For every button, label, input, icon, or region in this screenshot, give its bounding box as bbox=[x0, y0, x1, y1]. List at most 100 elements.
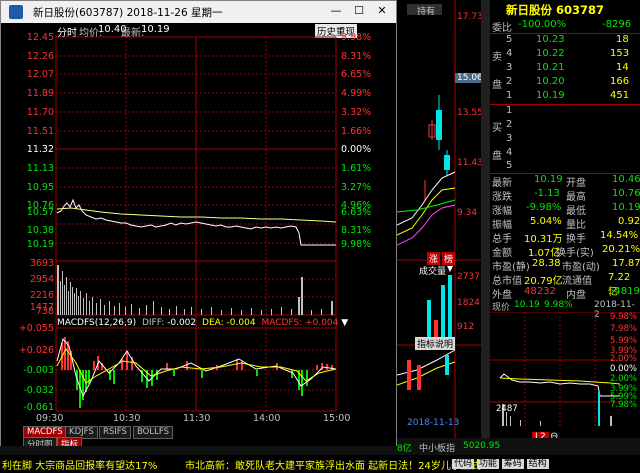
bg-right-tabs bbox=[481, 0, 490, 447]
tab-bollfs[interactable]: BOLLFS bbox=[133, 426, 173, 439]
volume-tab[interactable]: 成交量 bbox=[419, 264, 446, 277]
ask-row[interactable]: 5 10.23 18 bbox=[490, 34, 640, 48]
macd-dea-label: DEA: bbox=[202, 318, 224, 328]
stat-value: 5.04% bbox=[530, 216, 562, 227]
structure-tab[interactable]: 结构 bbox=[526, 459, 549, 469]
bid-row[interactable]: 3 bbox=[490, 133, 640, 147]
price-tick: 12.45 bbox=[26, 32, 54, 43]
ask-row[interactable]: 1 10.19 451 bbox=[490, 90, 640, 104]
mini-pct-tick: 2.00% bbox=[610, 354, 638, 364]
pct-tick: 3.32% bbox=[341, 107, 372, 118]
mini-pct: 9.98% bbox=[544, 300, 573, 310]
side-tab-top[interactable]: 持有 bbox=[417, 4, 435, 17]
price-tick: 10.57 bbox=[26, 207, 54, 218]
weibi-label: 委比 bbox=[492, 23, 512, 34]
mini-pct-tick: 7.98% bbox=[610, 400, 638, 410]
price-tick: 10.95 bbox=[26, 182, 54, 193]
bid-level: 4 bbox=[506, 147, 513, 158]
stat-value: -1.13 bbox=[534, 188, 560, 199]
stat-label: 最高 bbox=[566, 192, 586, 203]
chevron-down-icon[interactable]: ▼ bbox=[447, 264, 453, 273]
pct-tick: 6.63% bbox=[341, 207, 372, 218]
function-tab[interactable]: 功能 bbox=[476, 459, 499, 469]
mini-vol-label: 2487 bbox=[496, 404, 518, 414]
stat-label: 流通值 bbox=[562, 276, 592, 287]
index-bar: 8亿 中小板指 5020.95 bbox=[397, 438, 640, 454]
ask-volume: 166 bbox=[610, 76, 630, 87]
stat-value: 0.92 bbox=[618, 216, 640, 227]
bid-row[interactable]: 2 bbox=[490, 119, 640, 133]
bg-price-4: 11.43 bbox=[457, 158, 483, 168]
pct-tick: 1.66% bbox=[341, 126, 372, 137]
stat-value: 54819 bbox=[608, 286, 640, 297]
price-tick: 11.89 bbox=[26, 88, 54, 99]
stock-title-bar: 新日股份 603787 bbox=[490, 0, 640, 17]
ask-price: 10.23 bbox=[536, 34, 565, 45]
stats-row: 总手 10.31万 换手 14.54% bbox=[490, 230, 640, 245]
bid-row[interactable]: 5 bbox=[490, 160, 640, 174]
pct-tick: 8.31% bbox=[341, 51, 372, 62]
mini-pct-tick: 7.98% bbox=[610, 324, 638, 334]
mini-pct-tick: 2.00% bbox=[610, 374, 638, 384]
ticker-news-mid[interactable]: 市北高新：敢死队老大建平家族浮出水面 起新日法！24岁儿子正式 bbox=[185, 457, 481, 472]
stat-label: 总手 bbox=[492, 234, 512, 245]
stat-label: 涨幅 bbox=[492, 206, 512, 217]
stat-value: 28.38 bbox=[532, 258, 561, 269]
weibi-value: -100.00% bbox=[518, 19, 567, 30]
macd-bar-value: +0.004 bbox=[305, 318, 339, 328]
stats-row: 外盘 48232 内盘 54819 bbox=[490, 286, 640, 301]
price-tick: 10.38 bbox=[26, 225, 54, 236]
indicator-help-button[interactable]: 指标说明 bbox=[415, 337, 456, 350]
ticker-news-left[interactable]: 利在脚 大宗商品回报率有望达17% bbox=[2, 457, 157, 472]
bg-vol-3: 912 bbox=[457, 322, 475, 332]
ask-price: 10.20 bbox=[536, 76, 565, 87]
macd-bar-label: MACDFS: bbox=[261, 318, 303, 328]
macd-tick: +0.026 bbox=[18, 345, 54, 356]
ask-volume: 451 bbox=[610, 90, 630, 101]
pct-tick: 3.27% bbox=[341, 182, 372, 193]
stat-value: -9.98% bbox=[526, 202, 562, 213]
stat-label: 换手(实) bbox=[556, 248, 594, 259]
stat-value: 20.21% bbox=[602, 244, 640, 255]
ask-row[interactable]: 4 10.22 153 bbox=[490, 48, 640, 62]
stat-value: 48232 bbox=[524, 286, 556, 297]
price-tick: 11.32 bbox=[26, 144, 54, 155]
stat-label: 金额 bbox=[492, 248, 512, 259]
intraday-chart bbox=[55, 36, 337, 412]
ask-volume: 153 bbox=[610, 48, 630, 59]
chips-tab[interactable]: 筹码 bbox=[501, 459, 524, 469]
weicha-value: -8296 bbox=[602, 19, 632, 30]
price-tick: 12.07 bbox=[26, 69, 54, 80]
time-tick: 14:00 bbox=[253, 413, 281, 424]
stat-value: 17.87 bbox=[612, 258, 640, 269]
bid-level: 2 bbox=[506, 119, 513, 130]
tab-rsifs[interactable]: RSIFS bbox=[99, 426, 131, 439]
stat-label: 内盘 bbox=[566, 290, 586, 301]
stats-row: 金额 1.07亿 换手(实) 20.21% bbox=[490, 244, 640, 259]
stats-row: 市盈(静) 28.38 市盈(动) 17.87 bbox=[490, 258, 640, 273]
stat-label: 外盘 bbox=[492, 290, 512, 301]
ask-level: 5 bbox=[506, 34, 513, 45]
price-tick: 12.26 bbox=[26, 51, 54, 62]
ask-row[interactable]: 2 10.20 166 bbox=[490, 76, 640, 90]
time-tick: 15:00 bbox=[323, 413, 351, 424]
ask-level: 4 bbox=[506, 48, 513, 59]
bg-date: 2018-11-13 bbox=[407, 418, 460, 428]
time-tick: 11:30 bbox=[183, 413, 211, 424]
bid-row[interactable]: 4 bbox=[490, 147, 640, 161]
ask-price: 10.22 bbox=[536, 48, 565, 59]
chevron-down-icon[interactable]: ▼ bbox=[341, 318, 348, 328]
vol-tick: 3693 bbox=[29, 258, 54, 269]
stat-label: 涨跌 bbox=[492, 192, 512, 203]
bid-side-label: 买 bbox=[492, 123, 502, 134]
function-tabs: 代码 功能 筹码 结构 bbox=[452, 456, 549, 470]
vol-tick: 2216 bbox=[29, 290, 54, 301]
bg-vol-2: 1824 bbox=[457, 298, 480, 308]
ask-row[interactable]: 3 10.21 14 bbox=[490, 62, 640, 76]
code-tab[interactable]: 代码 bbox=[452, 459, 475, 469]
index-label: 中小板指 bbox=[419, 444, 456, 454]
intraday-popup-window: 新日股份(603787) 2018-11-26 星期一 — ☐ ✕ 分时 均价:… bbox=[0, 0, 397, 450]
macd-tick: -0.032 bbox=[23, 385, 54, 396]
bid-row[interactable]: 1 bbox=[490, 105, 640, 119]
macd-diff-value: -0.002 bbox=[167, 318, 197, 328]
